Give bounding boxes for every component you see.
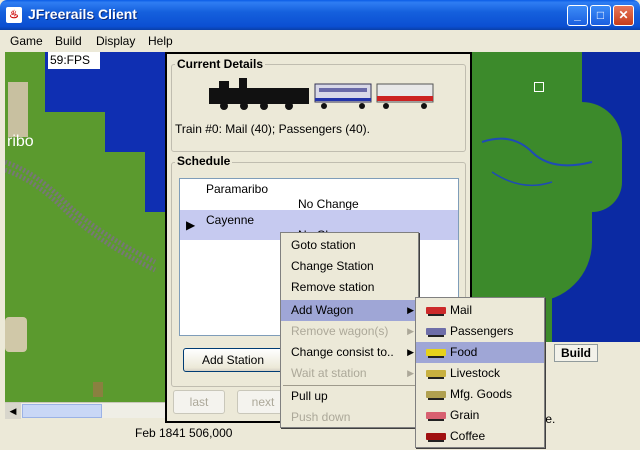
menu-goto-station[interactable]: Goto station [281,235,418,256]
wagon-item-coffee[interactable]: Coffee [416,426,544,447]
menu-game[interactable]: Game [10,34,43,48]
menu-pull-up[interactable]: Pull up [281,386,418,407]
schedule-row[interactable]: Paramaribo No Change [180,179,458,211]
title-bar: ♨ JFreerails Client _ □ ✕ [0,0,640,30]
train-info-text: Train #0: Mail (40); Passengers (40). [175,122,370,136]
menu-add-wagon-label: Add Wagon [291,303,354,317]
menu-add-wagon[interactable]: Add Wagon ▶ [281,300,418,321]
wagon-item-food[interactable]: Food [416,342,544,363]
scroll-thumb[interactable] [22,404,102,418]
railway-track [5,159,157,273]
city-buildings [8,82,28,137]
menu-bar: Game Build Display Help [0,30,640,52]
menu-change-consist[interactable]: Change consist to.. ▶ [281,342,418,363]
passengers-wagon-icon [426,328,446,335]
current-details-title: Current Details [175,57,266,71]
mfg-goods-wagon-icon [426,391,446,398]
wagon-item-livestock[interactable]: Livestock [416,363,544,384]
app-icon: ♨ [6,7,22,23]
schedule-station-name: Paramaribo [206,182,269,196]
wagon-item-grain[interactable]: Grain [416,405,544,426]
menu-help[interactable]: Help [148,34,173,48]
wagon-item-passengers[interactable]: Passengers [416,321,544,342]
window-title: JFreerails Client [28,6,137,22]
city-label: ribo [7,133,34,150]
submenu-arrow-icon: ▶ [407,326,414,336]
date-money-label: Feb 1841 506,000 [135,426,233,440]
train-consist-image [209,78,434,110]
food-wagon-icon [426,349,446,356]
menu-change-station[interactable]: Change Station [281,256,418,277]
viewport-marker [534,82,544,92]
close-button[interactable]: ✕ [613,5,634,26]
current-stop-arrow-icon: ▶ [186,218,196,232]
grain-wagon-icon [426,412,446,419]
menu-remove-wagons-label: Remove wagon(s) [291,324,389,338]
menu-build[interactable]: Build [55,34,82,48]
terrain-patch [5,317,27,352]
fps-counter: 59:FPS [48,52,100,69]
menu-wait-label: Wait at station [291,366,367,380]
maximize-button[interactable]: □ [590,5,611,26]
menu-display[interactable]: Display [96,34,135,48]
schedule-title: Schedule [175,154,233,168]
menu-change-consist-label: Change consist to.. [291,345,394,359]
submenu-arrow-icon: ▶ [407,368,414,378]
menu-wait-at-station[interactable]: Wait at station ▶ [281,363,418,384]
main-map-view[interactable] [5,52,165,402]
menu-remove-station[interactable]: Remove station [281,277,418,298]
add-station-button[interactable]: Add Station [183,348,283,372]
schedule-context-menu: Goto station Change Station Remove stati… [280,232,419,428]
schedule-change: No Change [298,197,359,211]
menu-remove-wagons[interactable]: Remove wagon(s) ▶ [281,321,418,342]
submenu-arrow-icon: ▶ [407,347,414,357]
livestock-wagon-icon [426,370,446,377]
add-wagon-submenu: Mail Passengers Food Livestock Mfg. Good… [415,297,545,448]
map-horizontal-scrollbar[interactable]: ◀ [5,402,165,419]
mail-wagon-icon [426,307,446,314]
minimize-button[interactable]: _ [567,5,588,26]
tab-build[interactable]: Build [554,344,598,362]
submenu-arrow-icon: ▶ [407,305,414,315]
wagon-item-mfg-goods[interactable]: Mfg. Goods [416,384,544,405]
last-button[interactable]: last [173,390,225,414]
terrain-building [93,382,103,397]
schedule-station-name: Cayenne [206,213,255,227]
coffee-wagon-icon [426,433,446,440]
wagon-item-mail[interactable]: Mail [416,300,544,321]
menu-push-down[interactable]: Push down [281,407,418,428]
scroll-left-icon[interactable]: ◀ [5,403,21,419]
